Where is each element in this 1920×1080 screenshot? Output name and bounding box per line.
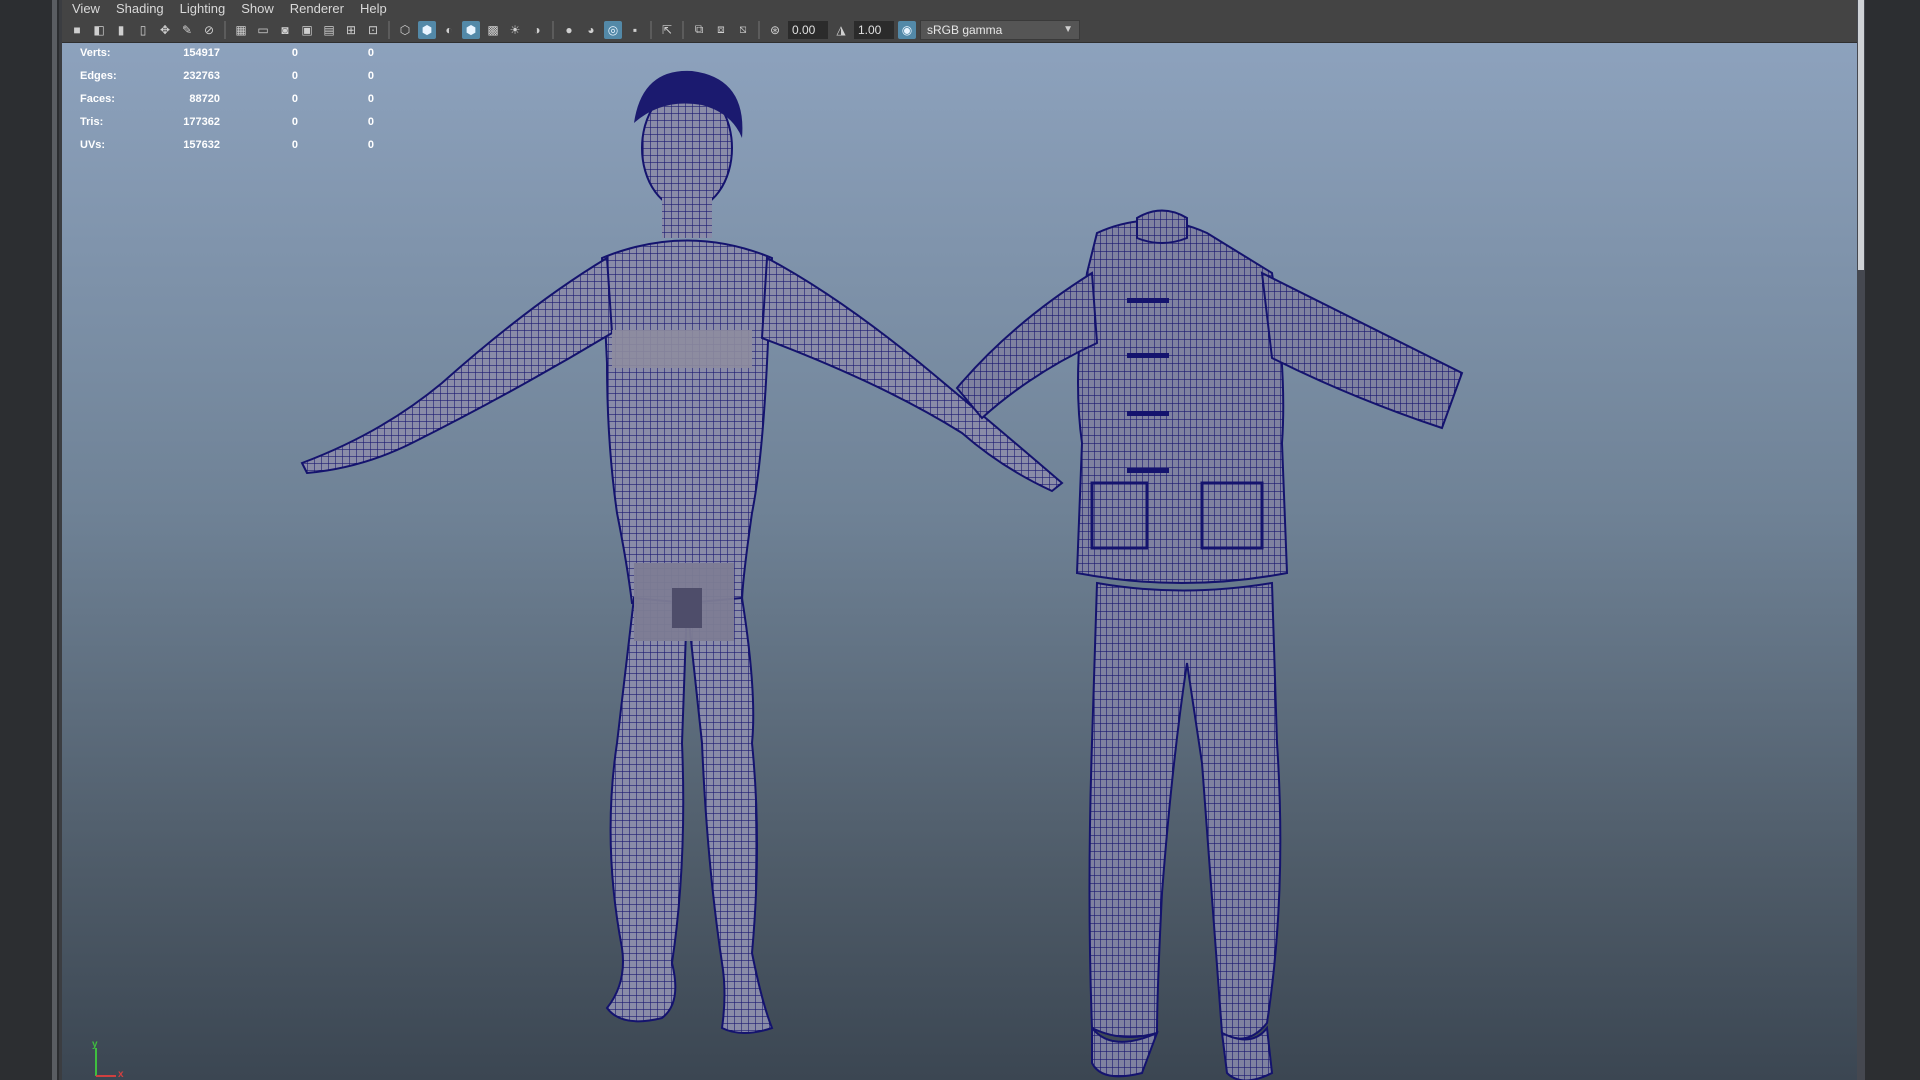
gamma-icon[interactable]: ◮ [832,21,850,39]
clothing-mesh[interactable] [955,209,1464,1080]
ambient-occlusion-icon[interactable]: ● [560,21,578,39]
menu-shading[interactable]: Shading [108,1,172,16]
menu-show[interactable]: Show [233,1,282,16]
toolbar-separator [388,20,390,39]
left-border [52,0,57,1080]
anti-aliasing-icon[interactable]: ◎ [604,20,622,39]
xray-icon[interactable]: ⧉ [690,21,708,39]
default-material-icon[interactable]: ◐ [440,21,458,39]
grease-pencil-icon[interactable]: ✎ [178,21,196,39]
toolbar-separator [682,20,684,39]
color-management-icon[interactable]: ◉ [898,20,916,39]
grid-icon[interactable]: ▦ [232,21,250,39]
menu-view[interactable]: View [62,1,108,16]
safe-action-icon[interactable]: ▣ [298,21,316,39]
panel-menu-bar: View Shading Lighting Show Renderer Help [62,0,1857,17]
bookmark-icon[interactable]: ▮ [112,21,130,39]
menu-renderer[interactable]: Renderer [282,1,352,16]
menu-lighting[interactable]: Lighting [172,1,234,16]
title-safe-icon[interactable]: ⊡ [364,21,382,39]
body-mesh[interactable] [300,70,1064,1034]
view-transform-value: sRGB gamma [927,22,1003,37]
scene-meshes [300,70,1464,1080]
toolbar-separator [224,20,226,39]
gamma-field[interactable]: 1.00 [854,20,894,39]
textured-icon[interactable]: ▩ [484,21,502,39]
field-chart-icon[interactable]: ◙ [276,21,294,39]
motion-blur-icon[interactable]: ◕ [582,21,600,39]
toolbar-separator [650,20,652,39]
toolbar-separator [552,20,554,39]
depth-of-field-icon[interactable]: ▪ [626,21,644,39]
use-all-lights-icon[interactable]: ☀ [506,21,524,39]
film-gate-icon[interactable]: ▭ [254,21,272,39]
view-transform-dropdown[interactable]: sRGB gamma ▼ [920,19,1080,40]
3d-viewport[interactable]: Verts: 154917 0 0 Edges: 232763 0 0 Face… [62,43,1857,1080]
xray-joints-icon[interactable]: ⧈ [712,21,730,39]
camera-attributes-icon[interactable]: ◧ [90,21,108,39]
panel-toolbar: ■ ◧ ▮ ▯ ✥ ✎ ⊘ ▦ ▭ ◙ ▣ ▤ ⊞ ⊡ ⬡ ⬢ ◐ ⬢ ▩ ☀ … [62,17,1857,43]
safe-title-icon[interactable]: ▤ [320,21,338,39]
image-plane-icon[interactable]: ▯ [134,21,152,39]
axis-y-label: y [92,1039,98,1050]
scrollbar-track[interactable] [1857,0,1865,1080]
wireframe-on-shaded-icon[interactable]: ⬢ [462,20,480,39]
chevron-down-icon: ▼ [1063,24,1073,35]
wireframe-icon[interactable]: ⬡ [396,21,414,39]
smooth-shade-icon[interactable]: ⬢ [418,20,436,39]
exposure-field[interactable]: 0.00 [788,20,828,39]
select-camera-icon[interactable]: ■ [68,21,86,39]
gate-mask-icon[interactable]: ⊞ [342,21,360,39]
menu-help[interactable]: Help [352,1,395,16]
scrollbar-thumb[interactable] [1858,0,1864,270]
right-panel-edge [1857,0,1920,1080]
left-panel-edge [0,0,62,1080]
exposure-icon[interactable]: ⊛ [766,21,784,39]
axis-x-label: x [118,1069,124,1080]
xray-components-icon[interactable]: ⧅ [734,21,752,39]
isolate-select-icon[interactable]: ⇱ [658,21,676,39]
shadows-icon[interactable]: ◑ [528,21,546,39]
resolution-gate-icon[interactable]: ⊘ [200,21,218,39]
2d-pan-zoom-icon[interactable]: ✥ [156,21,174,39]
toolbar-separator [758,20,760,39]
